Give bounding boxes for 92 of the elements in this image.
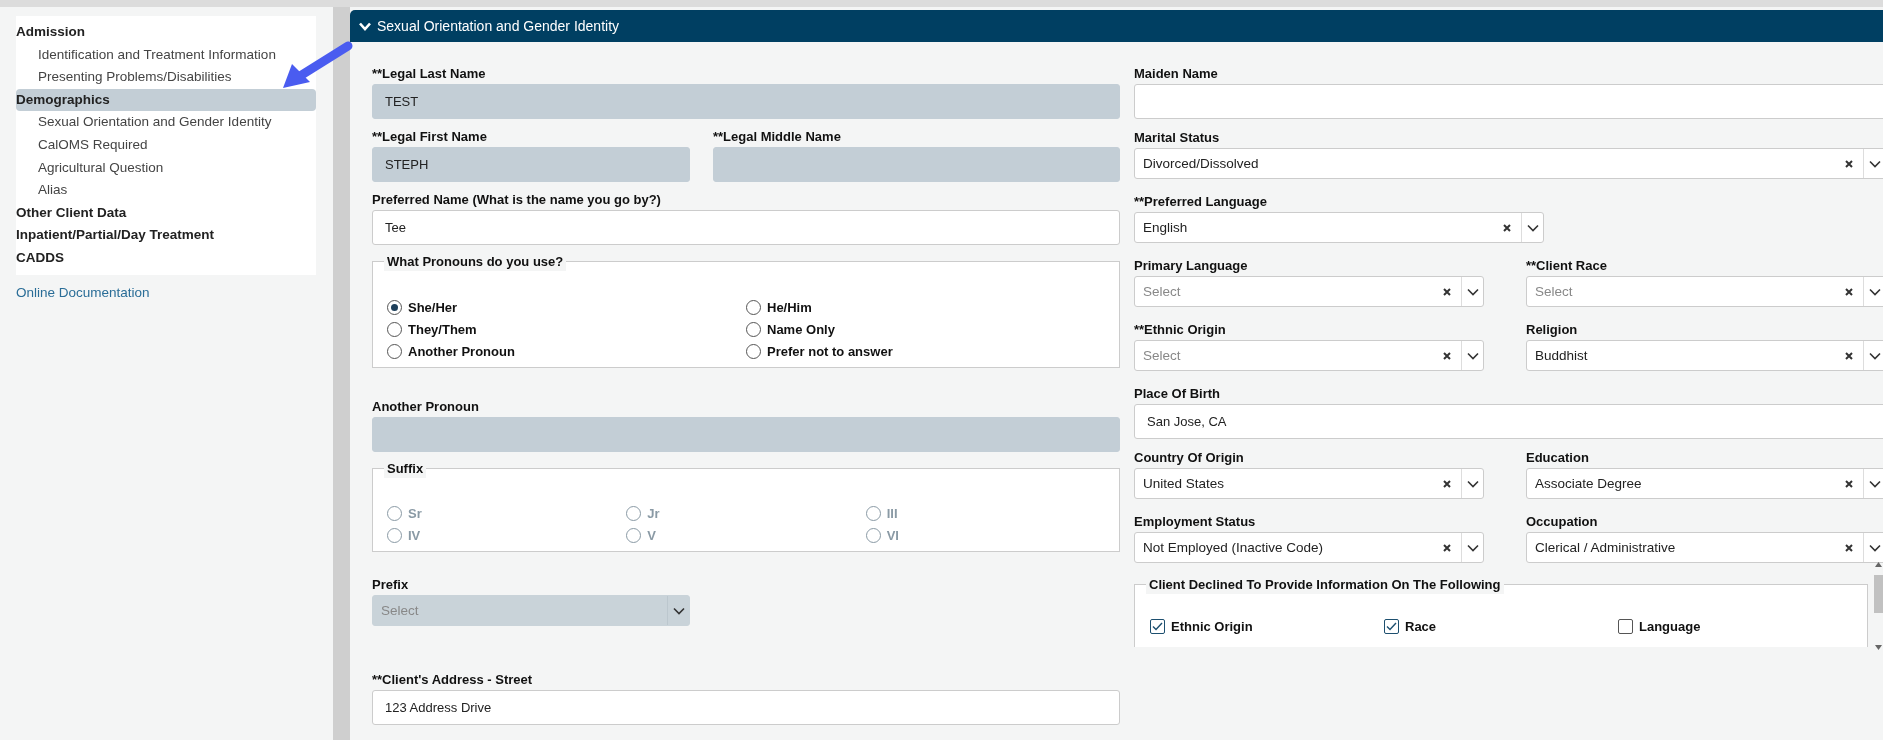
section-header[interactable]: Sexual Orientation and Gender Identity (350, 10, 1883, 42)
pointer-arrow (283, 41, 353, 88)
field-label: **Preferred Language (1134, 193, 1268, 211)
radio-button[interactable] (746, 321, 761, 337)
radio-option[interactable]: Prefer not to answer (746, 340, 1105, 362)
field-label: Place Of Birth (1134, 385, 1221, 403)
documentation-link[interactable]: Online Documentation (16, 284, 150, 300)
radio-option[interactable]: They/Them (387, 318, 746, 340)
radio-button[interactable] (387, 299, 402, 315)
chevron-down-icon (1466, 479, 1479, 488)
sidebar-item[interactable]: Other Client Data (16, 201, 316, 225)
chevron-down-icon (1868, 351, 1881, 360)
text-field[interactable]: Tee (372, 210, 1120, 245)
checkbox-option[interactable]: Language (1618, 615, 1852, 637)
field-label: Maiden Name (1134, 65, 1219, 83)
radio-option[interactable]: She/Her (387, 296, 746, 318)
sidebar-item[interactable]: Admission (16, 21, 316, 44)
clear-icon (1845, 159, 1853, 168)
check-icon (1152, 621, 1163, 631)
dropdown-field[interactable]: English (1134, 212, 1544, 243)
field-label: Prefix (372, 576, 410, 594)
dropdown-field[interactable]: Associate Degree (1526, 468, 1883, 499)
radio-button[interactable] (746, 299, 761, 315)
sidebar-item[interactable]: CADDS (16, 246, 316, 270)
chevron-down-icon (1868, 479, 1881, 488)
chevron-down-icon (1466, 351, 1479, 360)
sidebar-item[interactable]: Sexual Orientation and Gender Identity (16, 111, 316, 134)
field-label: Preferred Name (What is the name you go by?) (372, 191, 662, 209)
clear-icon (1503, 223, 1511, 232)
sidebar-item[interactable]: Identification and Treatment Information (16, 43, 316, 67)
sidebar-item[interactable]: Alias (16, 179, 316, 202)
section-title: Sexual Orientation and Gender Identity (377, 18, 620, 34)
clear-icon (1845, 351, 1853, 360)
chevron-down-icon (1526, 223, 1539, 232)
sidebar-item[interactable]: Demographics (16, 88, 316, 112)
scrollbar[interactable] (1871, 562, 1883, 650)
clear-icon (1845, 287, 1853, 296)
dropdown-field[interactable]: Clerical / Administrative (1526, 532, 1883, 563)
dropdown-field[interactable]: Buddhist (1526, 340, 1883, 371)
chevron-down-icon (672, 606, 685, 615)
sidebar-item[interactable]: Agricultural Question (16, 156, 316, 180)
chevron-down-icon (1868, 543, 1881, 552)
clear-icon (1845, 479, 1853, 488)
field-label: Occupation (1526, 513, 1599, 531)
clear-icon (1443, 479, 1451, 488)
radio-option[interactable]: He/Him (746, 296, 1105, 318)
chevron-down-icon (359, 21, 371, 31)
radio-option[interactable]: Name Only (746, 318, 1105, 340)
text-field[interactable] (1134, 84, 1883, 119)
radio-button[interactable] (746, 343, 761, 359)
field-label: Marital Status (1134, 129, 1221, 147)
field-label: Employment Status (1134, 513, 1257, 531)
field-label: **Client's Address - Street (372, 671, 534, 689)
dropdown-field[interactable]: Select (1134, 276, 1484, 307)
scroll-down-icon (1875, 645, 1882, 650)
dropdown-field[interactable]: Not Employed (Inactive Code) (1134, 532, 1484, 563)
sidebar-item[interactable]: Inpatient/Partial/Day Treatment (16, 224, 316, 247)
chevron-down-icon (1868, 159, 1881, 168)
radio-button[interactable] (387, 343, 402, 359)
checkbox[interactable] (1150, 618, 1165, 634)
field-label: **Legal Middle Name (713, 128, 842, 146)
field-label: **Legal Last Name (372, 65, 487, 83)
field-label: **Legal First Name (372, 128, 488, 146)
radio-button[interactable] (387, 321, 402, 337)
clear-icon (1443, 351, 1451, 360)
clear-icon (1443, 287, 1451, 296)
checkbox[interactable] (1384, 618, 1399, 634)
text-field[interactable]: San Jose, CA (1134, 404, 1883, 439)
sidebar-item[interactable]: CalOMS Required (16, 133, 316, 157)
chevron-down-icon (1466, 543, 1479, 552)
field-label: Religion (1526, 321, 1579, 339)
chevron-down-icon (1868, 287, 1881, 296)
clear-icon (1845, 543, 1853, 552)
dropdown-field[interactable]: Select (1134, 340, 1484, 371)
field-label: Education (1526, 449, 1590, 467)
clear-icon (1443, 543, 1451, 552)
field-label: Primary Language (1134, 257, 1249, 275)
field-label: **Client Race (1526, 257, 1608, 275)
dropdown-field[interactable]: United States (1134, 468, 1484, 499)
text-field[interactable]: 123 Address Drive (372, 690, 1120, 725)
checkbox[interactable] (1618, 618, 1633, 634)
chevron-down-icon (1466, 287, 1479, 296)
checkbox-option[interactable]: Race (1384, 615, 1618, 637)
checkbox-option[interactable]: Ethnic Origin (1150, 615, 1384, 637)
sidebar-item[interactable]: Presenting Problems/Disabilities (16, 66, 316, 89)
field-label: Another Pronoun (372, 398, 480, 416)
dropdown-field[interactable]: Select (1526, 276, 1883, 307)
dropdown-field[interactable]: Divorced/Dissolved (1134, 148, 1883, 179)
field-label: **Ethnic Origin (1134, 321, 1227, 339)
radio-option[interactable]: Another Pronoun (387, 340, 746, 362)
field-label: Country Of Origin (1134, 449, 1245, 467)
check-icon (1386, 621, 1397, 631)
